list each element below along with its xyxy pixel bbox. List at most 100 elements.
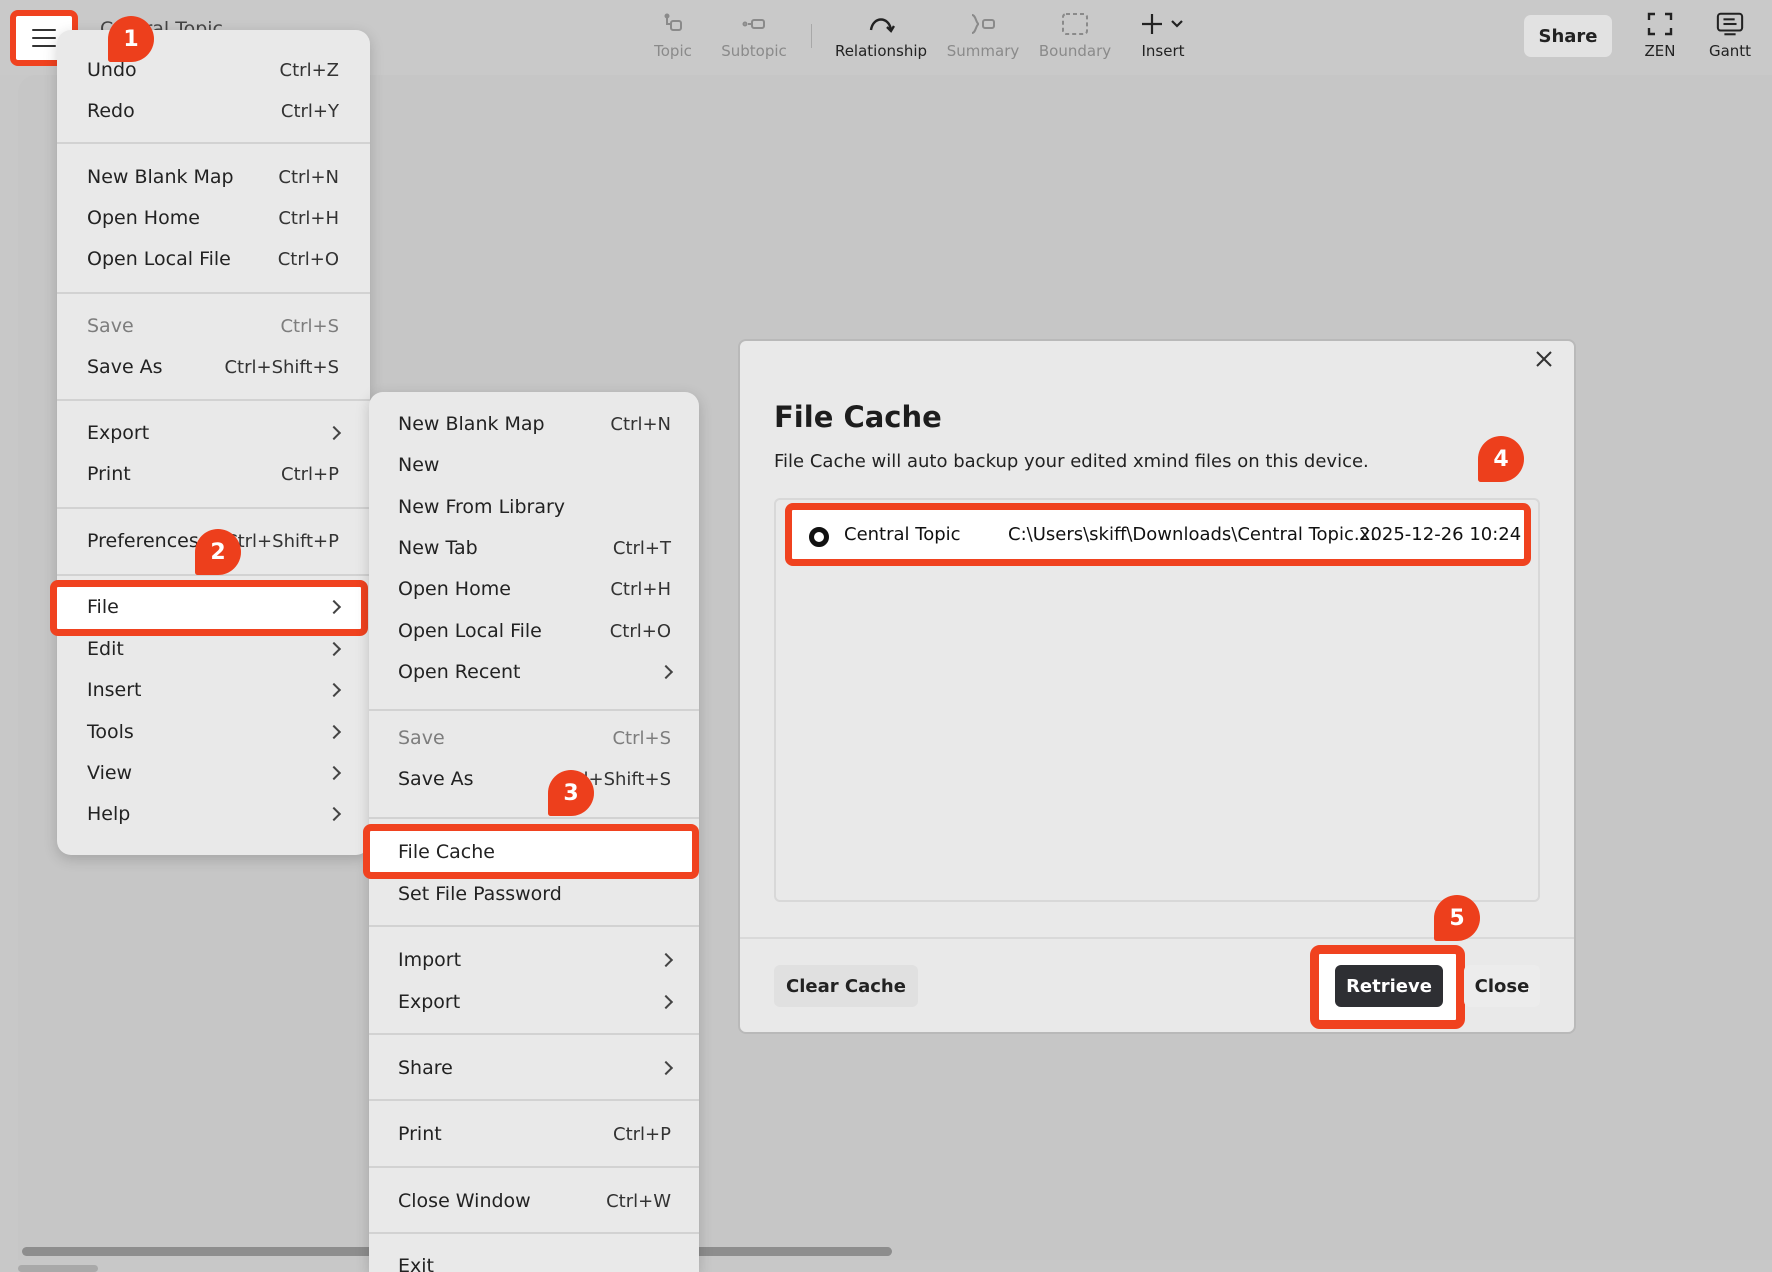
menu-item-insert[interactable]: Insert bbox=[87, 671, 342, 709]
subtopic-icon bbox=[740, 10, 768, 38]
submenu-item-file-cache[interactable]: File Cache bbox=[398, 833, 671, 871]
close-icon[interactable] bbox=[1532, 347, 1556, 371]
topic-icon bbox=[659, 10, 687, 38]
callout-number: 3 bbox=[563, 780, 579, 806]
step-callout-3: 3 bbox=[548, 770, 594, 816]
menu-item-label: New From Library bbox=[398, 496, 566, 518]
clear-cache-button[interactable]: Clear Cache bbox=[774, 965, 918, 1007]
menu-item-label: Tools bbox=[87, 721, 134, 743]
shortcut-label: Ctrl+Shift+S bbox=[224, 356, 339, 378]
step-callout-5: 5 bbox=[1434, 895, 1480, 941]
submenu-item-new-from-library[interactable]: New From Library bbox=[398, 488, 671, 526]
menu-item-label: View bbox=[87, 762, 133, 784]
menu-divider bbox=[369, 817, 699, 819]
submenu-item-new[interactable]: New bbox=[398, 446, 671, 484]
submenu-item-open-local-file[interactable]: Open Local File Ctrl+O bbox=[398, 612, 671, 650]
submenu-item-print[interactable]: Print Ctrl+P bbox=[398, 1115, 671, 1153]
menu-item-label: Open Home bbox=[87, 207, 200, 229]
menu-item-label: Open Local File bbox=[87, 248, 231, 270]
fullscreen-icon bbox=[1646, 10, 1674, 38]
shortcut-label: Ctrl+H bbox=[610, 578, 671, 600]
subtopic-tool-button[interactable]: Subtopic bbox=[716, 10, 792, 66]
menu-item-label: Close Window bbox=[398, 1190, 531, 1212]
shortcut-label: Ctrl+O bbox=[609, 620, 671, 642]
close-button[interactable]: Close bbox=[1464, 965, 1540, 1007]
submenu-item-open-home[interactable]: Open Home Ctrl+H bbox=[398, 570, 671, 608]
insert-tool-label: Insert bbox=[1141, 42, 1185, 60]
menu-item-redo[interactable]: Redo Ctrl+Y bbox=[87, 92, 339, 130]
menu-item-view[interactable]: View bbox=[87, 754, 342, 792]
relationship-tool-label: Relationship bbox=[834, 42, 928, 60]
step-callout-2: 2 bbox=[195, 529, 241, 575]
cache-entry-row[interactable]: Central Topic C:\Users\skiff\Downloads\C… bbox=[785, 503, 1531, 566]
submenu-item-open-recent[interactable]: Open Recent bbox=[398, 653, 674, 691]
radio-button[interactable] bbox=[809, 527, 829, 547]
topic-tool-button[interactable]: Topic bbox=[648, 10, 698, 66]
retrieve-button[interactable]: Retrieve bbox=[1335, 965, 1443, 1007]
submenu-item-set-file-password[interactable]: Set File Password bbox=[398, 875, 671, 913]
boundary-tool-button[interactable]: Boundary bbox=[1038, 10, 1112, 66]
menu-item-label: New Tab bbox=[398, 537, 478, 559]
subtopic-tool-label: Subtopic bbox=[721, 42, 787, 60]
chevron-right-icon bbox=[658, 664, 674, 680]
menu-item-label: New Blank Map bbox=[398, 413, 545, 435]
shortcut-label: Ctrl+Y bbox=[280, 100, 339, 122]
menu-divider bbox=[369, 1099, 699, 1101]
summary-tool-button[interactable]: Summary bbox=[946, 10, 1020, 66]
boundary-tool-label: Boundary bbox=[1038, 42, 1112, 60]
insert-tool-button[interactable]: Insert bbox=[1138, 10, 1188, 66]
menu-item-print[interactable]: Print Ctrl+P bbox=[87, 455, 339, 493]
menu-item-label: Share bbox=[398, 1057, 453, 1079]
menu-item-save-as[interactable]: Save As Ctrl+Shift+S bbox=[87, 348, 339, 386]
menu-divider bbox=[369, 1166, 699, 1168]
menu-item-file[interactable]: File bbox=[87, 588, 342, 626]
chevron-right-icon bbox=[326, 599, 342, 615]
menu-item-label: Print bbox=[87, 463, 131, 485]
dialog-title: File Cache bbox=[774, 400, 942, 434]
toolbar-divider bbox=[811, 24, 812, 48]
menu-item-tools[interactable]: Tools bbox=[87, 713, 342, 751]
share-button[interactable]: Share bbox=[1524, 15, 1612, 57]
step-callout-1: 1 bbox=[108, 16, 154, 62]
menu-item-label: Help bbox=[87, 803, 131, 825]
submenu-item-share[interactable]: Share bbox=[398, 1049, 674, 1087]
chevron-right-icon bbox=[326, 806, 342, 822]
submenu-item-export[interactable]: Export bbox=[398, 983, 674, 1021]
zen-button[interactable]: ZEN bbox=[1640, 10, 1680, 66]
submenu-item-new-tab[interactable]: New Tab Ctrl+T bbox=[398, 529, 671, 567]
gantt-icon bbox=[1716, 10, 1744, 38]
shortcut-label: Ctrl+S bbox=[612, 727, 671, 749]
menu-item-save[interactable]: Save Ctrl+S bbox=[87, 307, 339, 345]
submenu-item-exit[interactable]: Exit bbox=[398, 1247, 671, 1272]
menu-item-label: Set File Password bbox=[398, 883, 562, 905]
scrollbar-thumb[interactable] bbox=[18, 1265, 98, 1272]
menu-item-new-blank-map[interactable]: New Blank Map Ctrl+N bbox=[87, 158, 339, 196]
menu-divider bbox=[57, 142, 370, 144]
shortcut-label: Ctrl+H bbox=[278, 207, 339, 229]
shortcut-label: Ctrl+W bbox=[606, 1190, 671, 1212]
submenu-item-import[interactable]: Import bbox=[398, 941, 674, 979]
relationship-icon bbox=[867, 10, 895, 38]
menu-item-open-home[interactable]: Open Home Ctrl+H bbox=[87, 199, 339, 237]
callout-number: 4 bbox=[1493, 446, 1509, 472]
submenu-item-close-window[interactable]: Close Window Ctrl+W bbox=[398, 1182, 671, 1220]
menu-item-label: Undo bbox=[87, 59, 137, 81]
hamburger-icon bbox=[32, 29, 56, 47]
shortcut-label: Ctrl+P bbox=[613, 1123, 671, 1145]
submenu-item-new-blank-map[interactable]: New Blank Map Ctrl+N bbox=[398, 405, 671, 443]
menu-item-label: Save bbox=[87, 315, 134, 337]
gantt-button[interactable]: Gantt bbox=[1705, 10, 1755, 66]
cache-entry-date: 2025-12-26 10:24 bbox=[1359, 524, 1522, 545]
menu-divider bbox=[369, 925, 699, 927]
menu-item-export[interactable]: Export bbox=[87, 414, 342, 452]
menu-divider bbox=[369, 709, 699, 711]
relationship-tool-button[interactable]: Relationship bbox=[833, 10, 929, 66]
menu-item-label: Export bbox=[398, 991, 461, 1013]
menu-item-open-local-file[interactable]: Open Local File Ctrl+O bbox=[87, 240, 339, 278]
submenu-item-save-as[interactable]: Save As Ctrl+Shift+S bbox=[398, 760, 671, 798]
submenu-item-save[interactable]: Save Ctrl+S bbox=[398, 719, 671, 757]
menu-item-edit[interactable]: Edit bbox=[87, 630, 342, 668]
menu-item-label: Open Recent bbox=[398, 661, 521, 683]
shortcut-label: Ctrl+T bbox=[612, 537, 671, 559]
menu-item-help[interactable]: Help bbox=[87, 795, 342, 833]
